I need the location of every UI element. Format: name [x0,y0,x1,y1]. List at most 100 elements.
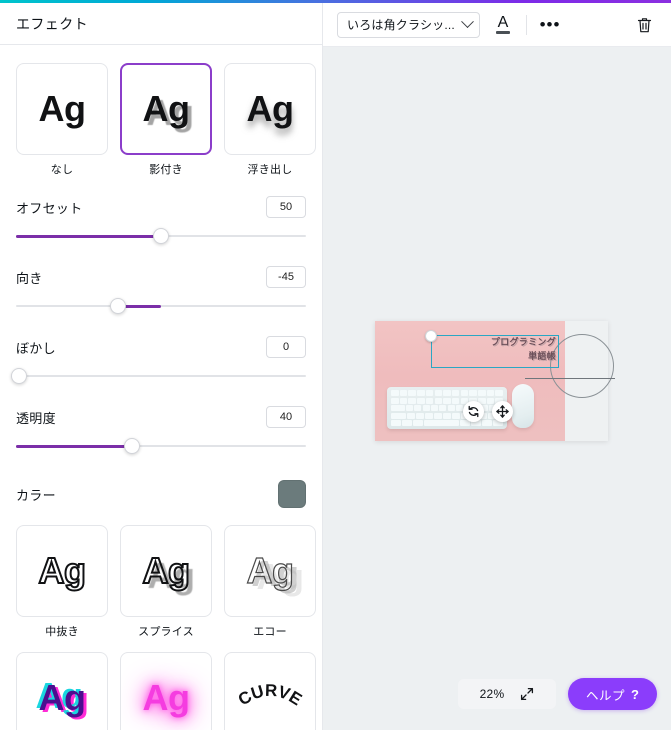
keyboard-row [391,420,503,426]
text-color-underline [496,30,510,34]
slider-row-direction: 向き -45 [16,265,306,289]
style-preset-shadow-card[interactable]: Ag [120,63,212,155]
keyboard-row [391,412,504,419]
slider-group-transparency: 透明度 40 [16,405,306,457]
style-preset-lift-card[interactable]: Ag [224,63,316,155]
slider-row-transparency: 透明度 40 [16,405,306,429]
slider-thumb-blur[interactable] [11,368,27,384]
svg-text:CURVE: CURVE [235,681,305,710]
effect-preset-hollow-card[interactable]: Ag [16,525,108,617]
canvas-stage[interactable]: プログラミング 単語帳 22% ヘルプ ? [323,47,671,730]
slider-offset[interactable] [16,225,306,247]
slider-value-offset[interactable]: 50 [266,196,306,218]
move-handle-button[interactable] [492,401,513,422]
effect-preset-neon[interactable]: Ag ネオン [120,652,212,730]
text-color-icon: A [496,13,510,34]
slider-value-transparency[interactable]: 40 [266,406,306,428]
curved-text-icon: CURVE [235,681,305,710]
preset-sample-text: Ag [142,550,192,591]
slider-label-blur: ぼかし [16,340,56,356]
selected-text-box[interactable]: プログラミング 単語帳 [431,335,559,368]
more-options-button[interactable]: ••• [537,12,563,38]
style-preset-none[interactable]: Ag なし [16,63,108,177]
slider-group-direction: 向き -45 [16,265,306,317]
chevron-down-icon [461,15,474,29]
effect-preset-curve-card[interactable]: CURVE [224,652,316,730]
slider-label-offset: オフセット [16,200,83,216]
top-gradient-bar [0,0,671,3]
style-preset-none-label: なし [50,164,74,176]
color-swatch-button[interactable] [278,480,306,508]
rotate-icon [468,405,479,418]
font-family-dropdown[interactable]: いろは角クラシッ... [337,11,480,38]
text-box-resize-handle[interactable] [425,330,437,342]
style-preset-lift-label: 浮き出し [247,164,293,176]
effect-preset-glitch[interactable]: Ag グリッチ加工 [16,652,108,730]
slider-track [16,375,306,377]
slider-transparency[interactable] [16,435,306,457]
slider-direction[interactable] [16,295,306,317]
slider-group-offset: オフセット 50 [16,195,306,247]
toolbar-divider [526,14,527,35]
mouse-photo[interactable] [512,384,534,428]
slider-thumb-transparency[interactable] [124,438,140,454]
circle-decoration[interactable] [550,334,614,398]
preset-sample-text: Ag [38,88,87,129]
editor-area: いろは角クラシッ... A ••• プログラミング 単語帳 22% ヘルプ ? [322,3,671,730]
effect-preset-echo-card[interactable]: Ag [224,525,316,617]
zoom-level-value: 22% [479,687,505,701]
keyboard-photo[interactable] [387,387,507,429]
effect-preset-glitch-card[interactable]: Ag [16,652,108,730]
help-button[interactable]: ヘルプ ? [568,678,657,710]
help-button-label: ヘルプ [586,688,626,703]
slider-value-blur[interactable]: 0 [266,336,306,358]
effect-preset-echo[interactable]: Ag エコー [224,525,316,639]
keyboard-row [391,405,504,411]
slider-group-blur: ぼかし 0 [11,335,306,387]
expand-icon[interactable] [520,687,534,701]
preset-sample-text: Ag [38,550,88,591]
effect-preset-splice[interactable]: Ag スプライス [120,525,212,639]
slider-row-offset: オフセット 50 [16,195,306,219]
style-preset-shadow[interactable]: Ag 影付き [120,63,212,177]
help-question-icon: ? [631,686,639,702]
slider-thumb-direction[interactable] [109,298,126,314]
text-toolbar: いろは角クラシッ... A ••• [323,3,671,47]
page-title: エフェクト [16,15,88,32]
slider-fill [16,234,161,238]
move-icon [496,405,509,418]
font-family-value: いろは角クラシッ... [347,18,455,32]
zoom-control[interactable]: 22% [458,679,557,709]
slider-value-direction[interactable]: -45 [266,266,306,288]
effect-preset-hollow[interactable]: Ag 中抜き [16,525,108,639]
text-color-button[interactable]: A [490,12,516,38]
delete-button[interactable] [631,12,657,38]
rotate-handle-button[interactable] [463,401,484,422]
style-preset-lift[interactable]: Ag 浮き出し [224,63,316,177]
slider-label-direction: 向き [16,270,43,286]
design-page[interactable]: プログラミング 単語帳 [375,321,615,441]
panel-body: Ag なし Ag 影付き Ag 浮き出し オフセット 50 向き -45 ぼかし… [0,45,322,730]
text-color-letter: A [497,13,509,31]
slider-fill [16,444,132,448]
effect-preset-grid: Ag 中抜き Ag スプライス Ag エコー Ag Ag CURVE [16,525,316,730]
effect-preset-echo-label: エコー [253,626,287,638]
color-label: カラー [16,487,56,503]
effect-preset-curve[interactable]: CURVE 湾曲させる [224,652,316,730]
canva-text-effects-screen: エフェクト Ag なし Ag 影付き Ag 浮き出し オフセット 50 向き -… [0,0,671,730]
keyboard-row [391,390,503,396]
effect-preset-neon-card[interactable]: Ag [120,652,212,730]
keyboard-row [391,397,503,404]
slider-thumb-offset[interactable] [153,228,169,244]
effect-preset-splice-card[interactable]: Ag [120,525,212,617]
slider-blur[interactable] [11,365,306,387]
style-preset-none-card[interactable]: Ag [16,63,108,155]
preset-sample-text: Ag [246,550,295,591]
preset-sample-text: Ag [246,88,295,129]
preset-sample-text: Ag [142,88,191,129]
line-decoration[interactable] [525,378,615,379]
slider-track [16,305,306,307]
preset-sample-text: Ag [142,677,191,718]
color-row: カラー [16,479,306,509]
slider-label-transparency: 透明度 [16,410,56,426]
